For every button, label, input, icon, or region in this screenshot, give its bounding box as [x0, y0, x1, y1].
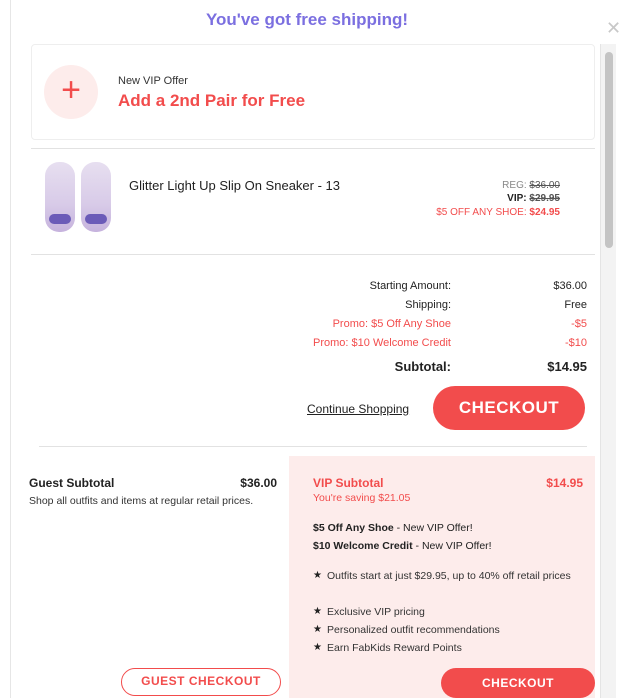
- summary-value: Free: [564, 299, 587, 311]
- star-icon: ★: [313, 642, 322, 653]
- vip-subtotal-title: VIP Subtotal: [313, 476, 384, 490]
- free-shipping-banner: You've got free shipping!: [205, 10, 409, 29]
- star-icon: ★: [313, 624, 322, 635]
- vip-offer-rest: - New VIP Offer!: [412, 540, 492, 552]
- vip-offer-line: $5 Off Any Shoe - New VIP Offer!: [313, 522, 473, 534]
- shoe-left-icon: [45, 162, 75, 232]
- vip-subtotal-section: VIP Subtotal $14.95 You're saving $21.05…: [289, 456, 595, 698]
- star-icon: ★: [313, 570, 322, 581]
- vip-subtotal-price: $14.95: [546, 476, 583, 490]
- promo-price-label: $5 OFF ANY SHOE:: [436, 207, 527, 218]
- regular-price: REG: $36.00: [502, 180, 560, 191]
- continue-shopping-link[interactable]: Continue Shopping: [307, 402, 409, 416]
- vip-benefit-item: ★ Earn FabKids Reward Points: [313, 640, 583, 656]
- vip-offer-line: $10 Welcome Credit - New VIP Offer!: [313, 540, 492, 552]
- scrollbar-thumb[interactable]: [605, 52, 613, 248]
- offer-title[interactable]: Add a 2nd Pair for Free: [118, 91, 305, 111]
- divider: [31, 148, 595, 149]
- vip-benefit-item: ★ Outfits start at just $29.95, up to 40…: [313, 568, 583, 584]
- vip-benefit-text: Exclusive VIP pricing: [327, 606, 425, 618]
- vip-benefit-text: Personalized outfit recommendations: [327, 624, 500, 636]
- subtotal-label: Subtotal:: [394, 359, 451, 374]
- offer-label: New VIP Offer: [118, 75, 188, 87]
- scrollbar[interactable]: [600, 44, 616, 698]
- vip-price-label: VIP:: [507, 193, 527, 204]
- summary-label: Promo: $5 Off Any Shoe: [332, 318, 451, 330]
- vip-benefit-item: ★ Exclusive VIP pricing: [313, 604, 583, 620]
- vip-price-value: $29.95: [529, 193, 560, 204]
- summary-label: Starting Amount:: [369, 280, 451, 292]
- subtotal-value: $14.95: [547, 359, 587, 374]
- summary-label: Shipping:: [405, 299, 451, 311]
- guest-description: Shop all outfits and items at regular re…: [29, 495, 254, 507]
- product-name[interactable]: Glitter Light Up Slip On Sneaker - 13: [129, 178, 340, 193]
- regular-price-value: $36.00: [529, 180, 560, 191]
- guest-subtotal-price: $36.00: [240, 476, 277, 490]
- promo-price-value: $24.95: [529, 207, 560, 218]
- vip-checkout-button[interactable]: CHECKOUT: [441, 668, 595, 698]
- guest-checkout-button[interactable]: GUEST CHECKOUT: [121, 668, 281, 696]
- vip-saving-text: You're saving $21.05: [313, 492, 411, 504]
- summary-label: Promo: $10 Welcome Credit: [313, 337, 451, 349]
- vip-benefit-item: ★ Personalized outfit recommendations: [313, 622, 583, 638]
- vip-benefit-text: Earn FabKids Reward Points: [327, 642, 462, 654]
- vip-benefit-text: Outfits start at just $29.95, up to 40% …: [327, 570, 571, 582]
- summary-value: -$10: [564, 337, 587, 349]
- product-image[interactable]: [35, 158, 121, 236]
- star-icon: ★: [313, 606, 322, 617]
- vip-price: VIP: $29.95: [507, 193, 560, 204]
- guest-subtotal-title: Guest Subtotal: [29, 476, 115, 490]
- plus-icon[interactable]: +: [44, 65, 98, 119]
- vip-offer-bold: $5 Off Any Shoe: [313, 522, 394, 534]
- vip-offer-card[interactable]: + New VIP Offer Add a 2nd Pair for Free: [31, 44, 595, 140]
- close-icon[interactable]: ✕: [606, 18, 621, 39]
- divider: [39, 446, 587, 447]
- checkout-button[interactable]: CHECKOUT: [433, 386, 585, 430]
- shoe-right-icon: [81, 162, 111, 232]
- vip-offer-rest: - New VIP Offer!: [393, 522, 473, 534]
- cart-panel: You've got free shipping! + New VIP Offe…: [10, 0, 602, 698]
- regular-price-label: REG:: [502, 180, 527, 191]
- summary-value: -$5: [571, 318, 587, 330]
- promo-price: $5 OFF ANY SHOE: $24.95: [436, 207, 560, 218]
- guest-subtotal-section: Guest Subtotal $36.00 Shop all outfits a…: [25, 456, 287, 698]
- vip-offer-bold: $10 Welcome Credit: [313, 540, 413, 552]
- summary-value: $36.00: [553, 280, 587, 292]
- divider: [31, 254, 595, 255]
